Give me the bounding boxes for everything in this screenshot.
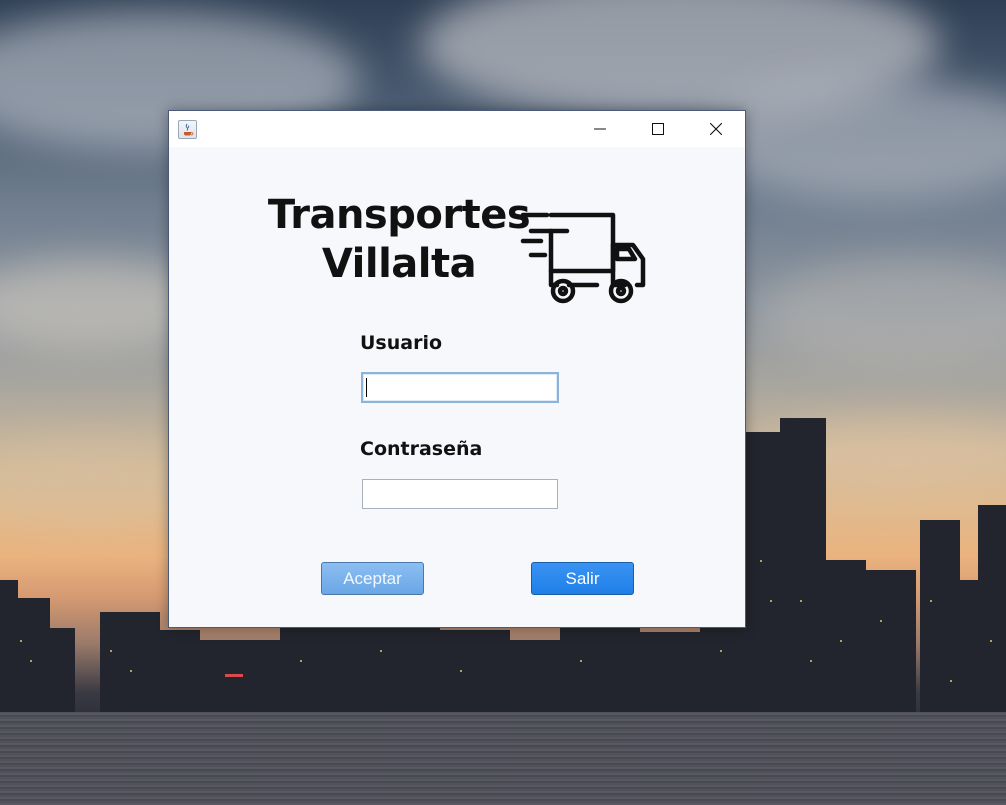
- username-label: Usuario: [360, 332, 443, 354]
- delivery-truck-icon: [520, 212, 646, 304]
- exit-button[interactable]: Salir: [531, 562, 634, 595]
- password-label: Contraseña: [360, 438, 483, 460]
- company-title-line1: Transportes: [267, 192, 531, 238]
- text-caret: [366, 378, 367, 397]
- password-input[interactable]: [362, 479, 558, 509]
- maximize-icon: [652, 123, 664, 135]
- close-icon: [710, 123, 722, 135]
- minimize-icon: [594, 128, 606, 130]
- accept-button[interactable]: Aceptar: [321, 562, 424, 595]
- username-input[interactable]: [361, 372, 559, 403]
- login-dialog: Transportes Villalta Usuario Contraseña …: [168, 110, 746, 628]
- maximize-button[interactable]: [629, 111, 687, 147]
- title-bar[interactable]: [169, 111, 745, 147]
- company-title-line2: Villalta: [321, 241, 477, 287]
- minimize-button[interactable]: [571, 111, 629, 147]
- java-app-icon: [178, 120, 197, 139]
- close-button[interactable]: [687, 111, 745, 147]
